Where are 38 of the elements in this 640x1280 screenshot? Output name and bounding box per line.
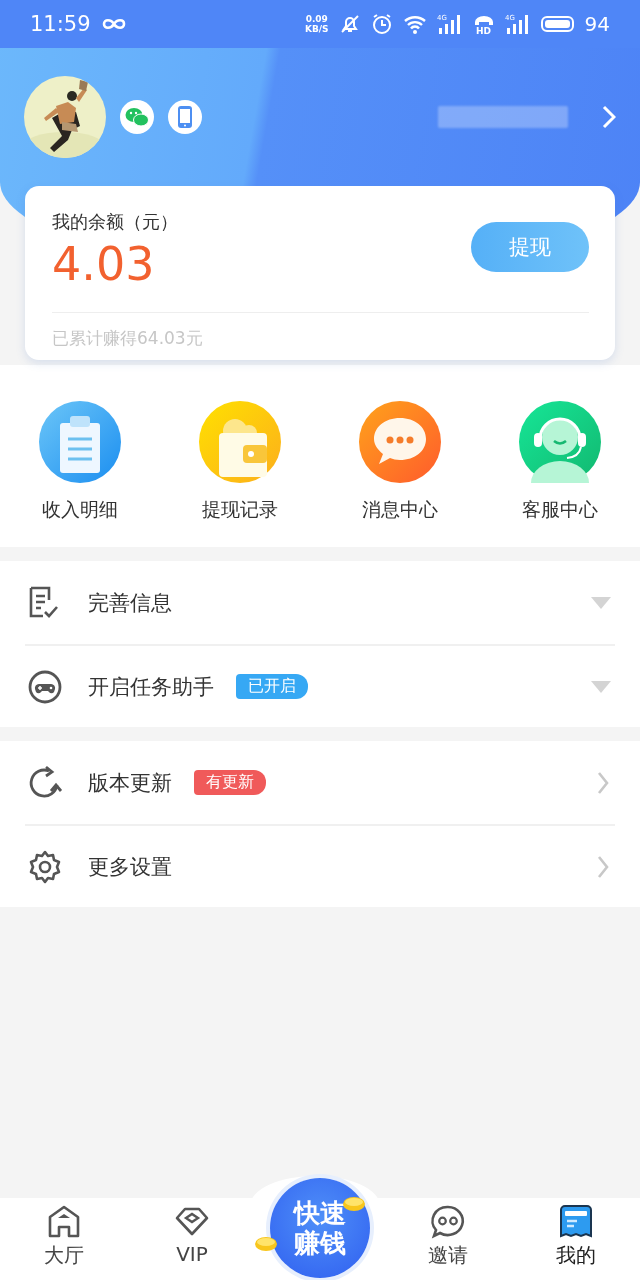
coin-icon xyxy=(254,1236,278,1252)
clipboard-icon xyxy=(39,401,121,483)
menu-item[interactable]: 版本更新 xyxy=(88,768,172,797)
tab[interactable]: 邀请 xyxy=(384,1198,512,1280)
battery-level: 94 xyxy=(584,12,610,36)
infinity-icon xyxy=(100,17,127,31)
clock-time: 11:59 xyxy=(30,12,91,36)
battery-icon xyxy=(540,15,575,33)
shortcut-item[interactable]: 收入明细 xyxy=(0,401,160,523)
wechat-icon[interactable] xyxy=(125,106,149,128)
tab[interactable]: VIP xyxy=(128,1198,256,1280)
status-tag: 有更新 xyxy=(194,770,266,795)
alarm-icon xyxy=(370,13,393,35)
tab[interactable]: 我的 xyxy=(512,1198,640,1280)
balance-amount: 4.03 xyxy=(52,238,156,290)
wallet-icon xyxy=(199,401,281,483)
phone-icon[interactable] xyxy=(177,105,193,129)
menu-item[interactable]: 更多设置 xyxy=(88,852,172,881)
balance-label: 我的余额（元） xyxy=(52,210,178,234)
menu-item[interactable]: 完善信息 xyxy=(88,588,172,617)
menu-item[interactable]: 开启任务助手 xyxy=(88,672,214,701)
headset-agent-icon xyxy=(519,401,601,483)
chevron-right-icon[interactable] xyxy=(597,770,609,795)
total-earned: 已累计赚得64.03元 xyxy=(52,327,203,350)
receipt-icon xyxy=(557,1204,595,1240)
chat-bubble-icon xyxy=(359,401,441,483)
shortcut-item[interactable]: 提现记录 xyxy=(160,401,320,523)
chat-bubble-icon xyxy=(429,1204,467,1240)
shortcut-item[interactable]: 客服中心 xyxy=(480,401,640,523)
speed-unit: KB/S xyxy=(304,24,329,34)
dropdown-caret-icon[interactable] xyxy=(591,680,611,693)
wifi-icon xyxy=(402,14,427,34)
dropdown-caret-icon[interactable] xyxy=(591,596,611,609)
chevron-right-icon[interactable] xyxy=(597,854,609,879)
network-speed: 0.09 xyxy=(305,14,328,24)
shortcut-item[interactable]: 消息中心 xyxy=(320,401,480,523)
status-tag: 已开启 xyxy=(236,674,308,699)
tab[interactable]: 大厅 xyxy=(0,1198,128,1280)
